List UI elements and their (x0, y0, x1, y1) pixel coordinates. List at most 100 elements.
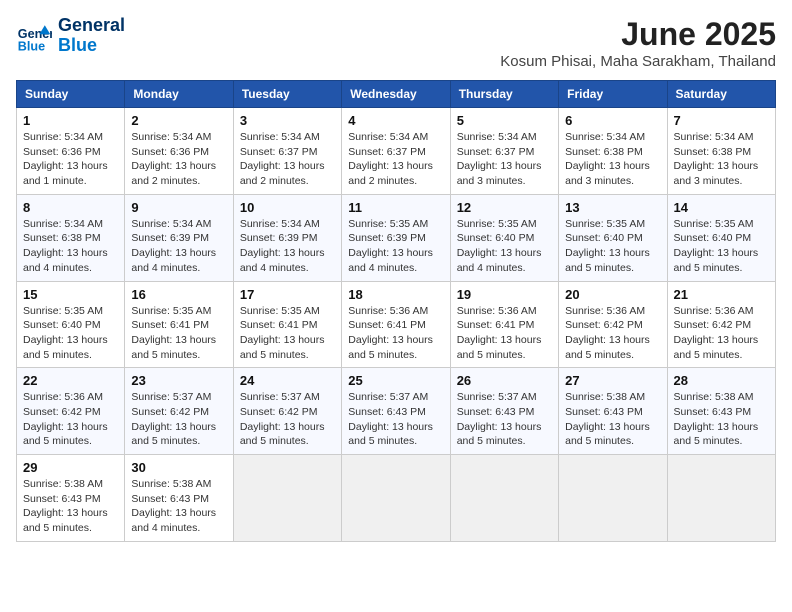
day-number: 19 (457, 287, 552, 302)
cell-info: Sunrise: 5:36 AM Sunset: 6:42 PM Dayligh… (565, 304, 660, 363)
day-number: 27 (565, 373, 660, 388)
day-number: 8 (23, 200, 118, 215)
day-number: 26 (457, 373, 552, 388)
table-row: 24 Sunrise: 5:37 AM Sunset: 6:42 PM Dayl… (233, 368, 341, 455)
col-sunday: Sunday (17, 81, 125, 108)
cell-info: Sunrise: 5:34 AM Sunset: 6:36 PM Dayligh… (23, 130, 118, 189)
cell-info: Sunrise: 5:35 AM Sunset: 6:41 PM Dayligh… (240, 304, 335, 363)
day-number: 16 (131, 287, 226, 302)
cell-info: Sunrise: 5:35 AM Sunset: 6:41 PM Dayligh… (131, 304, 226, 363)
day-number: 4 (348, 113, 443, 128)
cell-info: Sunrise: 5:35 AM Sunset: 6:40 PM Dayligh… (674, 217, 769, 276)
page-header: General Blue General Blue June 2025 Kosu… (16, 16, 776, 70)
col-saturday: Saturday (667, 81, 775, 108)
logo-icon: General Blue (16, 18, 52, 54)
day-number: 17 (240, 287, 335, 302)
table-row: 26 Sunrise: 5:37 AM Sunset: 6:43 PM Dayl… (450, 368, 558, 455)
cell-info: Sunrise: 5:37 AM Sunset: 6:42 PM Dayligh… (240, 390, 335, 449)
table-row: 2 Sunrise: 5:34 AM Sunset: 6:36 PM Dayli… (125, 108, 233, 195)
cell-info: Sunrise: 5:34 AM Sunset: 6:37 PM Dayligh… (240, 130, 335, 189)
cell-info: Sunrise: 5:35 AM Sunset: 6:39 PM Dayligh… (348, 217, 443, 276)
cell-info: Sunrise: 5:38 AM Sunset: 6:43 PM Dayligh… (565, 390, 660, 449)
table-row: 30 Sunrise: 5:38 AM Sunset: 6:43 PM Dayl… (125, 455, 233, 542)
day-number: 22 (23, 373, 118, 388)
day-number: 23 (131, 373, 226, 388)
calendar-header-row: Sunday Monday Tuesday Wednesday Thursday… (17, 81, 776, 108)
table-row (233, 455, 341, 542)
table-row: 11 Sunrise: 5:35 AM Sunset: 6:39 PM Dayl… (342, 194, 450, 281)
cell-info: Sunrise: 5:38 AM Sunset: 6:43 PM Dayligh… (131, 477, 226, 536)
day-number: 7 (674, 113, 769, 128)
day-number: 20 (565, 287, 660, 302)
location-subtitle: Kosum Phisai, Maha Sarakham, Thailand (500, 53, 776, 70)
table-row: 23 Sunrise: 5:37 AM Sunset: 6:42 PM Dayl… (125, 368, 233, 455)
day-number: 29 (23, 460, 118, 475)
logo: General Blue General Blue (16, 16, 125, 56)
cell-info: Sunrise: 5:35 AM Sunset: 6:40 PM Dayligh… (565, 217, 660, 276)
table-row: 4 Sunrise: 5:34 AM Sunset: 6:37 PM Dayli… (342, 108, 450, 195)
table-row: 17 Sunrise: 5:35 AM Sunset: 6:41 PM Dayl… (233, 281, 341, 368)
table-row: 21 Sunrise: 5:36 AM Sunset: 6:42 PM Dayl… (667, 281, 775, 368)
col-friday: Friday (559, 81, 667, 108)
table-row: 20 Sunrise: 5:36 AM Sunset: 6:42 PM Dayl… (559, 281, 667, 368)
cell-info: Sunrise: 5:34 AM Sunset: 6:39 PM Dayligh… (131, 217, 226, 276)
day-number: 1 (23, 113, 118, 128)
day-number: 18 (348, 287, 443, 302)
cell-info: Sunrise: 5:36 AM Sunset: 6:41 PM Dayligh… (348, 304, 443, 363)
table-row: 19 Sunrise: 5:36 AM Sunset: 6:41 PM Dayl… (450, 281, 558, 368)
day-number: 24 (240, 373, 335, 388)
day-number: 28 (674, 373, 769, 388)
day-number: 10 (240, 200, 335, 215)
table-row (450, 455, 558, 542)
day-number: 5 (457, 113, 552, 128)
table-row: 18 Sunrise: 5:36 AM Sunset: 6:41 PM Dayl… (342, 281, 450, 368)
svg-text:Blue: Blue (18, 39, 45, 53)
col-thursday: Thursday (450, 81, 558, 108)
cell-info: Sunrise: 5:36 AM Sunset: 6:42 PM Dayligh… (674, 304, 769, 363)
table-row: 8 Sunrise: 5:34 AM Sunset: 6:38 PM Dayli… (17, 194, 125, 281)
cell-info: Sunrise: 5:36 AM Sunset: 6:41 PM Dayligh… (457, 304, 552, 363)
day-number: 25 (348, 373, 443, 388)
col-wednesday: Wednesday (342, 81, 450, 108)
day-number: 11 (348, 200, 443, 215)
cell-info: Sunrise: 5:34 AM Sunset: 6:37 PM Dayligh… (457, 130, 552, 189)
table-row (559, 455, 667, 542)
cell-info: Sunrise: 5:38 AM Sunset: 6:43 PM Dayligh… (674, 390, 769, 449)
day-number: 14 (674, 200, 769, 215)
day-number: 2 (131, 113, 226, 128)
table-row: 14 Sunrise: 5:35 AM Sunset: 6:40 PM Dayl… (667, 194, 775, 281)
cell-info: Sunrise: 5:34 AM Sunset: 6:38 PM Dayligh… (565, 130, 660, 189)
cell-info: Sunrise: 5:35 AM Sunset: 6:40 PM Dayligh… (457, 217, 552, 276)
table-row: 9 Sunrise: 5:34 AM Sunset: 6:39 PM Dayli… (125, 194, 233, 281)
table-row: 25 Sunrise: 5:37 AM Sunset: 6:43 PM Dayl… (342, 368, 450, 455)
cell-info: Sunrise: 5:34 AM Sunset: 6:38 PM Dayligh… (23, 217, 118, 276)
table-row: 28 Sunrise: 5:38 AM Sunset: 6:43 PM Dayl… (667, 368, 775, 455)
cell-info: Sunrise: 5:34 AM Sunset: 6:38 PM Dayligh… (674, 130, 769, 189)
col-tuesday: Tuesday (233, 81, 341, 108)
table-row: 3 Sunrise: 5:34 AM Sunset: 6:37 PM Dayli… (233, 108, 341, 195)
cell-info: Sunrise: 5:37 AM Sunset: 6:43 PM Dayligh… (348, 390, 443, 449)
table-row: 22 Sunrise: 5:36 AM Sunset: 6:42 PM Dayl… (17, 368, 125, 455)
logo-text: General Blue (58, 16, 125, 56)
day-number: 30 (131, 460, 226, 475)
cell-info: Sunrise: 5:37 AM Sunset: 6:43 PM Dayligh… (457, 390, 552, 449)
table-row: 29 Sunrise: 5:38 AM Sunset: 6:43 PM Dayl… (17, 455, 125, 542)
cell-info: Sunrise: 5:36 AM Sunset: 6:42 PM Dayligh… (23, 390, 118, 449)
day-number: 21 (674, 287, 769, 302)
day-number: 12 (457, 200, 552, 215)
cell-info: Sunrise: 5:35 AM Sunset: 6:40 PM Dayligh… (23, 304, 118, 363)
cell-info: Sunrise: 5:38 AM Sunset: 6:43 PM Dayligh… (23, 477, 118, 536)
table-row: 16 Sunrise: 5:35 AM Sunset: 6:41 PM Dayl… (125, 281, 233, 368)
table-row: 12 Sunrise: 5:35 AM Sunset: 6:40 PM Dayl… (450, 194, 558, 281)
cell-info: Sunrise: 5:34 AM Sunset: 6:37 PM Dayligh… (348, 130, 443, 189)
table-row: 7 Sunrise: 5:34 AM Sunset: 6:38 PM Dayli… (667, 108, 775, 195)
col-monday: Monday (125, 81, 233, 108)
cell-info: Sunrise: 5:34 AM Sunset: 6:36 PM Dayligh… (131, 130, 226, 189)
table-row: 6 Sunrise: 5:34 AM Sunset: 6:38 PM Dayli… (559, 108, 667, 195)
calendar-table: Sunday Monday Tuesday Wednesday Thursday… (16, 80, 776, 542)
table-row: 5 Sunrise: 5:34 AM Sunset: 6:37 PM Dayli… (450, 108, 558, 195)
table-row: 27 Sunrise: 5:38 AM Sunset: 6:43 PM Dayl… (559, 368, 667, 455)
table-row: 13 Sunrise: 5:35 AM Sunset: 6:40 PM Dayl… (559, 194, 667, 281)
table-row (667, 455, 775, 542)
day-number: 3 (240, 113, 335, 128)
